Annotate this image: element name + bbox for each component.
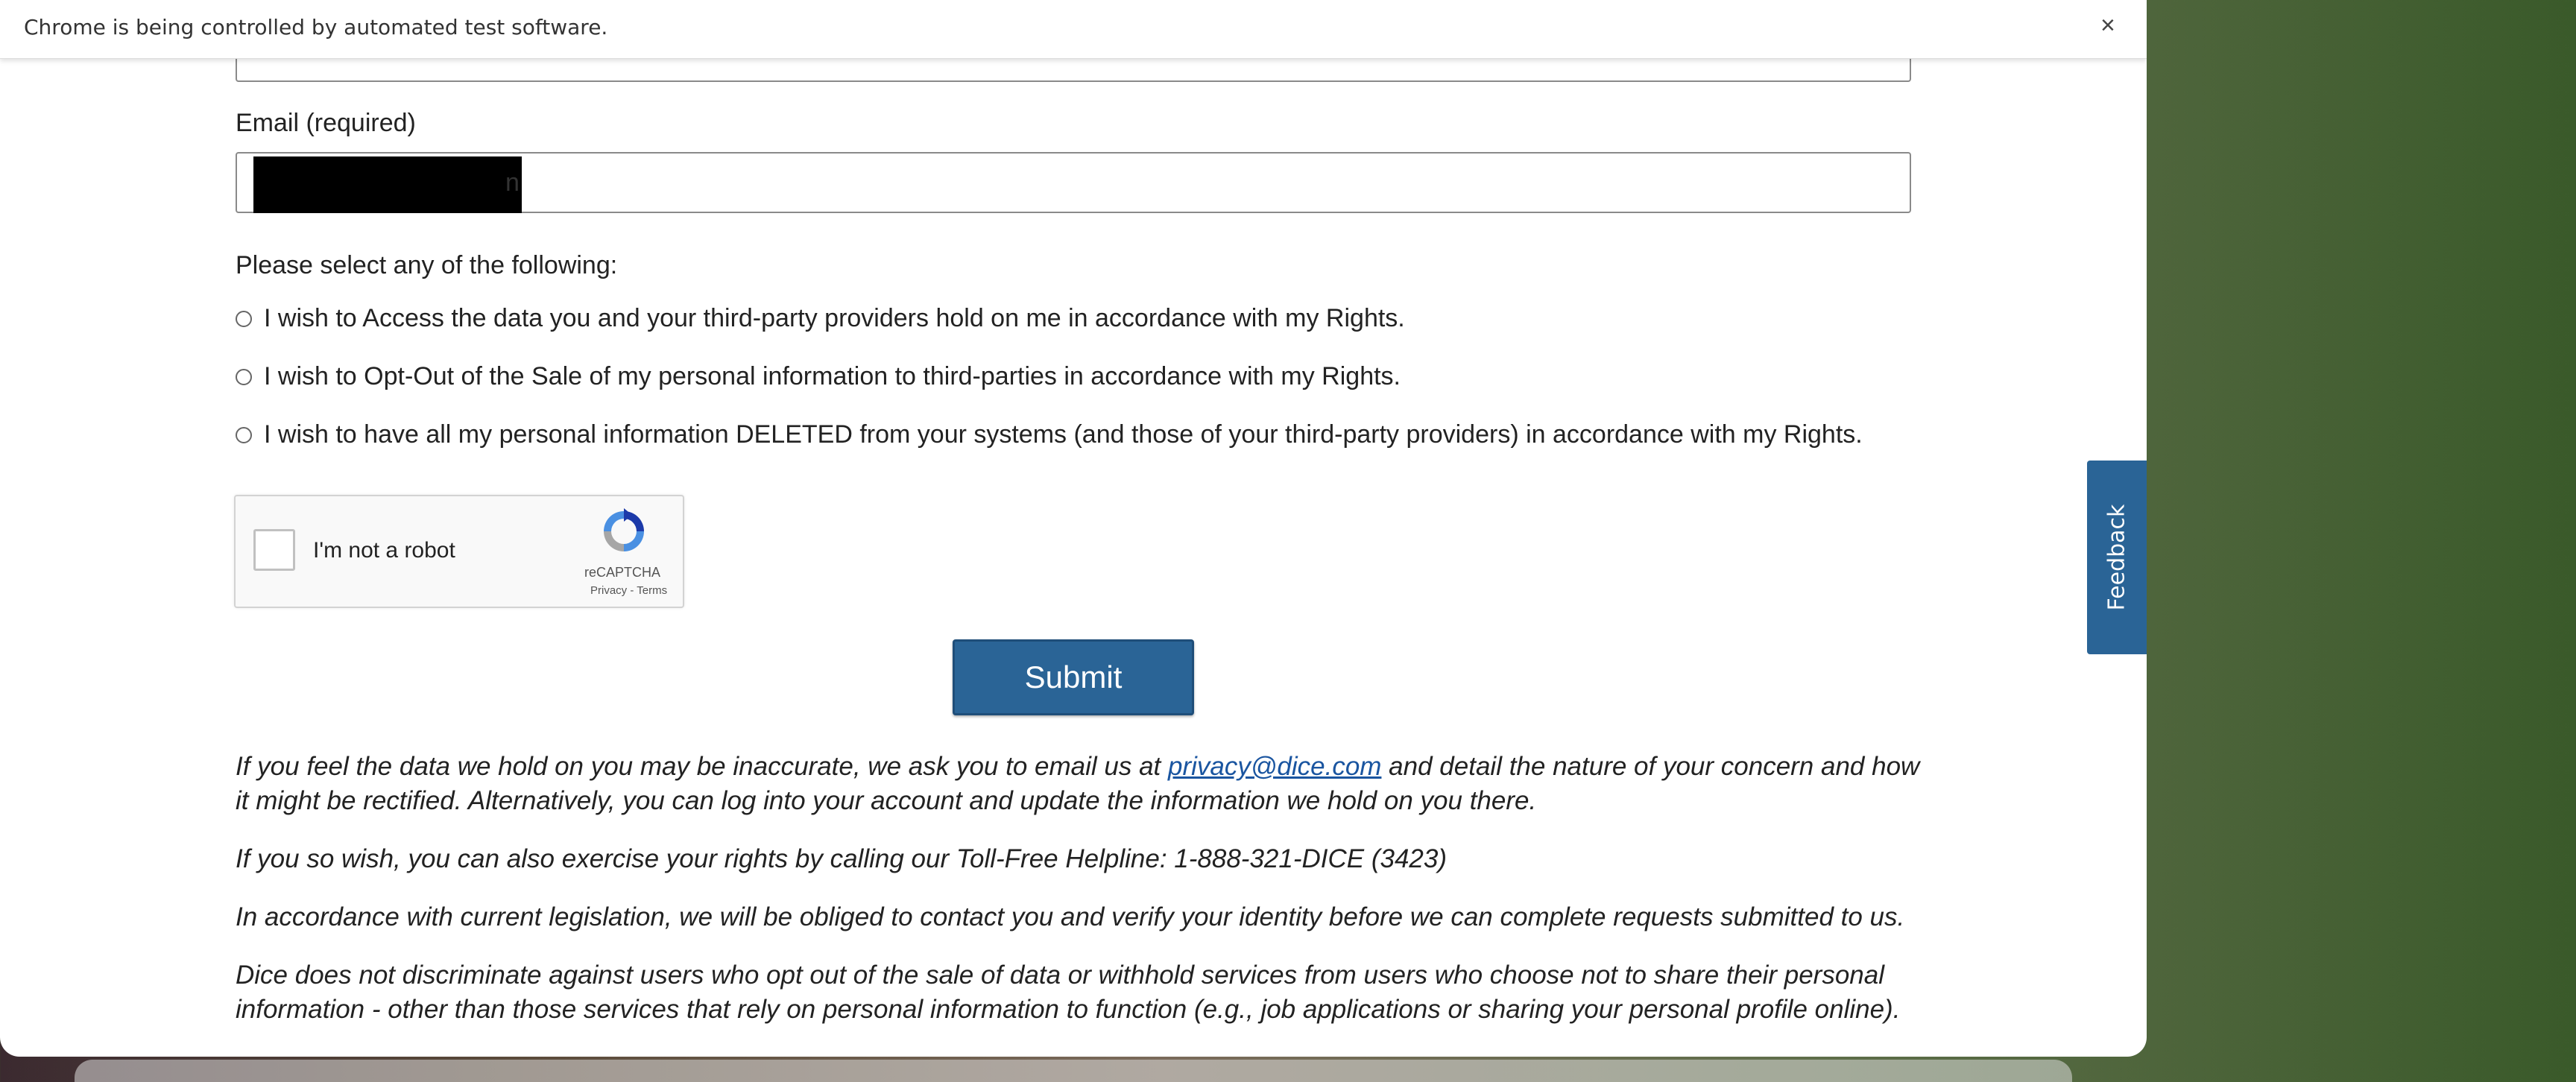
option-opt-out[interactable]: I wish to Opt-Out of the Sale of my pers…: [236, 362, 1401, 391]
info-paragraph-verification: In accordance with current legislation, …: [236, 902, 1905, 931]
rights-prompt: Please select any of the following:: [236, 251, 618, 279]
redacted-block: [253, 156, 522, 213]
recaptcha-links[interactable]: Privacy - Terms: [590, 584, 667, 597]
radio-button[interactable]: [236, 310, 252, 327]
recaptcha-logo-icon: [604, 508, 644, 551]
infobar-message: Chrome is being controlled by automated …: [24, 15, 608, 39]
email-value-tail: n: [505, 168, 520, 197]
option-delete[interactable]: I wish to have all my personal informati…: [236, 420, 1863, 449]
recaptcha-widget: I'm not a robot reCAPTCHA Privacy - Term…: [234, 495, 684, 608]
option-label: I wish to Opt-Out of the Sale of my pers…: [264, 362, 1401, 390]
privacy-email-link[interactable]: privacy@dice.com: [1168, 752, 1381, 781]
option-label: I wish to Access the data you and your t…: [264, 304, 1405, 332]
info-text: If you feel the data we hold on you may …: [236, 752, 1168, 781]
email-label: Email (required): [236, 109, 416, 137]
recaptcha-checkbox[interactable]: [253, 529, 295, 571]
automation-infobar: Chrome is being controlled by automated …: [0, 0, 2147, 59]
close-icon[interactable]: ×: [2100, 10, 2115, 40]
page-content: Email (required) n Please select any of …: [0, 0, 2147, 1057]
radio-button[interactable]: [236, 368, 252, 385]
feedback-label: Feedback: [2103, 504, 2130, 611]
option-access[interactable]: I wish to Access the data you and your t…: [236, 304, 1405, 333]
option-label: I wish to have all my personal informati…: [264, 420, 1863, 449]
info-paragraph-discrimination: Dice does not discriminate against users…: [236, 961, 1901, 1024]
recaptcha-label: I'm not a robot: [313, 538, 455, 563]
submit-button[interactable]: Submit: [953, 639, 1194, 715]
info-paragraph-helpline: If you so wish, you can also exercise yo…: [236, 844, 1448, 873]
email-field[interactable]: n: [236, 152, 1911, 213]
dock-bar: [75, 1060, 2072, 1082]
info-paragraph-email: If you feel the data we hold on you may …: [236, 750, 1920, 818]
browser-window: Email (required) n Please select any of …: [0, 0, 2147, 1057]
radio-button[interactable]: [236, 426, 252, 443]
recaptcha-brand: reCAPTCHA: [584, 565, 661, 580]
feedback-tab[interactable]: Feedback: [2087, 461, 2147, 654]
